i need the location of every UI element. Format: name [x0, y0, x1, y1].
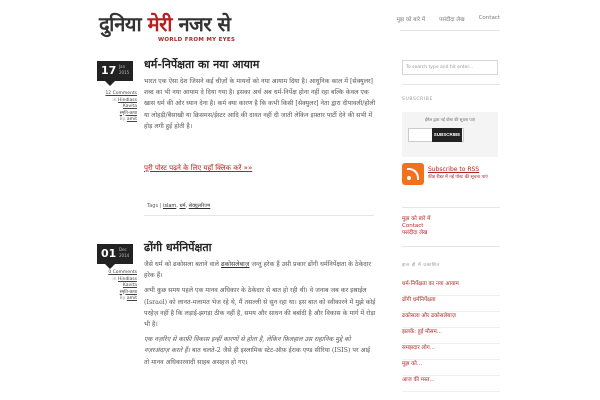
- sidebar-divider: [402, 207, 500, 208]
- nav-divider: [400, 30, 500, 31]
- post-month: Jan: [119, 64, 126, 69]
- post-body: भारत एक ऐसा देश जिसने कई चीज़ों के मायनो…: [144, 76, 376, 136]
- author-link[interactable]: amit: [127, 117, 137, 122]
- tag-link[interactable]: धर्म: [179, 203, 185, 209]
- comments-link[interactable]: 12 Comments: [105, 91, 137, 96]
- pages-list: मुझ को बारे में Contact पसंदीदा लेख: [402, 216, 430, 237]
- nav-item-contact[interactable]: Contact: [479, 15, 500, 23]
- rss-note: फ़ीड रीडर में नई पोस्ट की सूचना पाएं: [428, 175, 488, 180]
- post-month: Dec: [119, 247, 127, 252]
- sidebar-divider: [402, 246, 500, 247]
- category-link[interactable]: Hindlass Kavita: [118, 98, 137, 110]
- subscribe-box: ईमेल द्वारा नई पोस्ट की सूचना पाएं SUBSC…: [402, 112, 498, 157]
- recent-post-link[interactable]: समझदार लोग...: [402, 344, 500, 360]
- recent-posts-heading: हाल ही में प्रकाशित: [402, 263, 440, 268]
- recent-post-link[interactable]: ढोंगी धर्मनिर्पेक्षता: [402, 296, 500, 312]
- subscribe-heading: SUBSCRIBE: [402, 97, 433, 102]
- post-body: जैसे धर्म को ढकोसला बताने वाले ढकोसलेबाज…: [144, 259, 376, 372]
- author-prefix: By: [119, 117, 126, 122]
- page-link-contact[interactable]: Contact: [402, 223, 430, 230]
- recent-posts-list: धर्म-निर्पेक्षता का नया आयाम ढोंगी धर्मन…: [402, 280, 500, 392]
- recent-post-link[interactable]: झलकें: हुई मौसम...: [402, 328, 500, 344]
- post-title[interactable]: ढोंगी धर्मनिर्पेक्षता: [144, 240, 211, 255]
- recent-post-link[interactable]: मुझ को...: [402, 360, 500, 376]
- post-year: 2015: [119, 70, 130, 75]
- sidebar-divider: [402, 84, 500, 85]
- logo-text: दुनिया मेरी नजर से: [99, 12, 231, 36]
- recent-post-link[interactable]: धर्म-निर्पेक्षता का नया आयाम: [402, 280, 500, 296]
- post-paragraph: जैसे धर्म को ढकोसला बताने वाले ढकोसलेबाज…: [144, 261, 371, 280]
- read-more-link[interactable]: पूरी पोस्ट पढ़ने के लिए यहाँ क्लिक करें …: [144, 164, 252, 173]
- tag-link[interactable]: islam: [163, 203, 176, 209]
- category-link-extra[interactable]: स्मृति-कथा: [120, 290, 137, 295]
- logo-tagline: WORLD FROM MY EYES: [158, 37, 236, 43]
- site-logo[interactable]: दुनिया मेरी नजर से WORLD FROM MY EYES: [99, 10, 249, 43]
- tags-label: Tags |: [147, 203, 162, 209]
- recent-post-link[interactable]: ढकोसला और ढकोसलेबाज़: [402, 312, 500, 328]
- post-date-badge: 17 Jan 2015: [97, 61, 133, 86]
- post-meta: 12 Comments in Hindlass Kavita स्मृति-कथ…: [97, 91, 137, 124]
- post-paragraph: अभी कुछ समय पहले एक मानव अधिकार के ठेकेद…: [144, 287, 376, 329]
- post-title[interactable]: धर्म-निर्पेक्षता का नया आयाम: [144, 57, 259, 72]
- inline-post-link[interactable]: ढकोसलेबाज़: [221, 261, 249, 268]
- nav-item-favorites[interactable]: पसंदीदा लेख: [439, 15, 465, 23]
- rss-icon[interactable]: [402, 163, 424, 185]
- comments-link[interactable]: 0 Comments: [108, 270, 137, 275]
- post-paragraph: एक नज़रिए से काफ़ी विकास इन्हीं कारणों स…: [144, 336, 371, 366]
- subscribe-note: ईमेल द्वारा नई पोस्ट की सूचना पाएं: [425, 117, 475, 122]
- post-paragraph: भारत एक ऐसा देश जिसने कई चीज़ों के मायनो…: [144, 78, 376, 130]
- nav-item-about[interactable]: मुझ को बारे में: [397, 15, 425, 23]
- post-day: 01: [101, 247, 117, 260]
- author-prefix: By: [119, 296, 126, 301]
- post-meta: 0 Comments in Hindlass Kavita स्मृति-कथा…: [97, 270, 137, 303]
- category-link[interactable]: Hindlass Kavita: [118, 277, 137, 289]
- tag-link[interactable]: सेक्युलरिज्म: [189, 203, 211, 209]
- page-link-favorites[interactable]: पसंदीदा लेख: [402, 230, 430, 237]
- subscribe-button[interactable]: SUBSCRIBE: [432, 128, 462, 142]
- post-year: 2014: [119, 253, 130, 258]
- category-link-extra[interactable]: स्मृति-कथा: [120, 111, 137, 116]
- top-navigation: मुझ को बारे में पसंदीदा लेख Contact: [397, 15, 500, 23]
- recent-post-link[interactable]: आज की मस्त...: [402, 376, 500, 392]
- author-link[interactable]: amit: [127, 296, 137, 301]
- post-divider: [144, 215, 374, 216]
- rss-link[interactable]: Subscribe to RSS: [428, 166, 479, 173]
- post-tags: Tags | islam, धर्म, सेक्युलरिज्म: [147, 203, 211, 209]
- search-input[interactable]: To search type and hit enter...: [402, 60, 498, 75]
- page-link-about[interactable]: मुझ को बारे में: [402, 216, 430, 223]
- post-day: 17: [101, 64, 117, 77]
- post-date-badge: 01 Dec 2014: [97, 244, 133, 269]
